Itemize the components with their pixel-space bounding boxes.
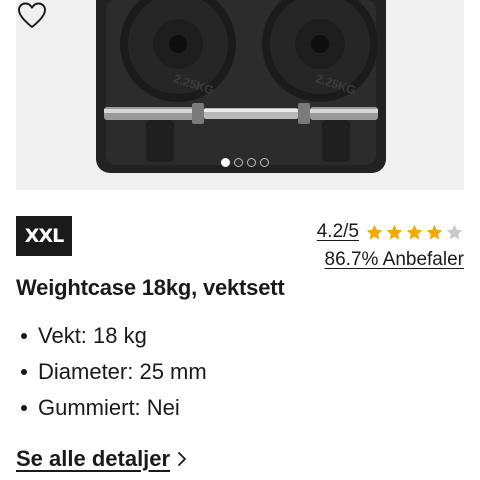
star-icon <box>386 224 403 240</box>
spec-text: Gummiert: Nei <box>38 395 180 420</box>
product-image[interactable]: 2.25KG 2.25KG <box>16 0 464 190</box>
carousel-dot-3[interactable] <box>247 157 256 167</box>
carousel-dot-1[interactable] <box>221 157 230 167</box>
carousel-dot-2[interactable] <box>234 157 243 167</box>
star-icon <box>406 224 423 240</box>
see-all-details-label[interactable]: Se alle detaljer <box>16 446 170 472</box>
recommend-percentage[interactable]: 86.7% Anbefaler <box>325 249 464 271</box>
spec-item: Vekt: 18 kg <box>16 318 207 354</box>
carousel-dots <box>219 156 271 168</box>
bullet-icon <box>21 405 27 411</box>
heart-outline-icon[interactable] <box>16 0 48 32</box>
brand-logo: XXL <box>16 216 72 256</box>
bullet-icon <box>21 369 27 375</box>
spec-item: Gummiert: Nei <box>16 390 207 426</box>
rating-stars <box>365 223 464 242</box>
product-rating[interactable]: 4.2/5 <box>317 221 464 243</box>
rating-value[interactable]: 4.2/5 <box>317 221 359 243</box>
star-icon <box>426 224 443 240</box>
spec-list: Vekt: 18 kg Diameter: 25 mm Gummiert: Ne… <box>16 318 207 426</box>
spec-text: Diameter: 25 mm <box>38 359 207 384</box>
star-icon <box>366 224 383 240</box>
chevron-right-icon <box>178 452 186 466</box>
carousel-dot-4[interactable] <box>260 157 269 167</box>
see-all-details-link[interactable]: Se alle detaljer <box>16 446 187 472</box>
star-icon <box>446 224 463 240</box>
spec-text: Vekt: 18 kg <box>38 323 147 348</box>
spec-item: Diameter: 25 mm <box>16 354 207 390</box>
product-title: Weightcase 18kg, vektsett <box>16 275 285 300</box>
bullet-icon <box>21 333 27 339</box>
